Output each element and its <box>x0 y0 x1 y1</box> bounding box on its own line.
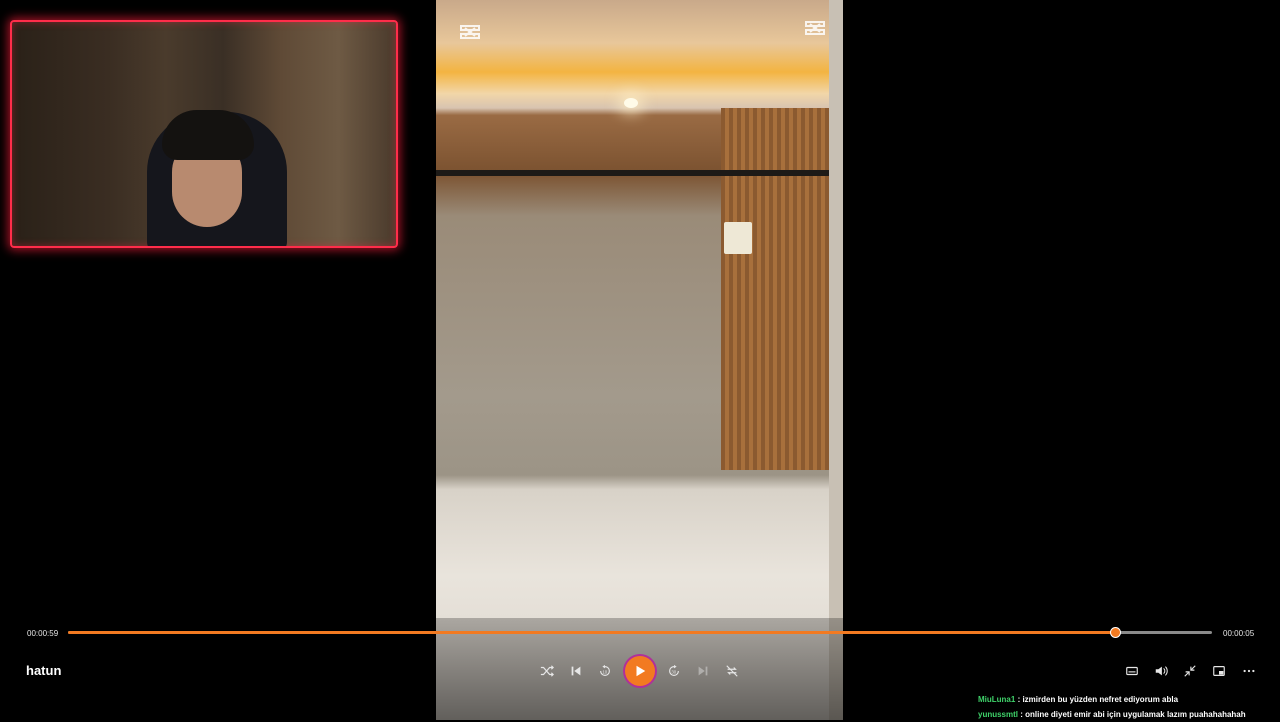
duration-time: 00:00:05 <box>1223 629 1255 638</box>
capcut-logo-icon <box>458 20 484 46</box>
next-button[interactable] <box>694 662 712 680</box>
play-button[interactable] <box>625 656 655 686</box>
forward-30-icon: 30 <box>669 664 679 676</box>
current-time: 00:00:59 <box>27 629 59 638</box>
volume-button[interactable] <box>1152 662 1170 680</box>
miniplayer-icon <box>1213 666 1225 676</box>
rewind-button[interactable]: 10 <box>596 662 614 680</box>
seek-bar[interactable] <box>68 627 1212 638</box>
more-icon <box>1243 669 1255 673</box>
captions-icon <box>1126 666 1138 676</box>
captions-button[interactable] <box>1123 662 1141 680</box>
track-title: hatun <box>26 663 62 678</box>
forward-button[interactable]: 30 <box>665 662 683 680</box>
play-icon <box>636 665 646 677</box>
minimize-button[interactable] <box>1181 662 1199 680</box>
video-frame[interactable] <box>436 0 843 720</box>
rail <box>436 170 831 176</box>
rewind-10-icon: 10 <box>600 664 610 676</box>
chat-text: : izmirden bu yüzden nefret ediyorum abl… <box>1015 695 1179 704</box>
seek-bar-thumb[interactable] <box>1109 627 1121 638</box>
wood-panel <box>721 108 833 470</box>
streamer-hair <box>162 110 254 160</box>
volume-icon <box>1155 666 1168 676</box>
webcam-overlay <box>10 20 398 248</box>
capcut-logo-icon <box>803 16 829 42</box>
shuffle-button[interactable] <box>538 662 556 680</box>
more-button[interactable] <box>1240 662 1258 680</box>
next-icon <box>698 666 708 676</box>
video-edge <box>829 0 843 720</box>
miniplayer-button[interactable] <box>1210 662 1228 680</box>
ceiling-lamp <box>624 98 638 108</box>
chat-text: : online diyeti emir abi için uygulamak … <box>1018 710 1246 719</box>
minimize-icon <box>1184 665 1196 677</box>
chat-message: MiuLuna1 : izmirden bu yüzden nefret edi… <box>978 692 1246 707</box>
electric-box <box>724 222 752 254</box>
repeat-button[interactable] <box>723 662 741 680</box>
svg-text:10: 10 <box>602 670 607 675</box>
previous-button[interactable] <box>567 662 585 680</box>
svg-text:30: 30 <box>671 670 676 675</box>
repeat-off-icon <box>726 665 738 677</box>
seek-bar-fill <box>68 631 1115 634</box>
chat-username: yunussmtl <box>978 710 1019 719</box>
chat-username: MiuLuna1 <box>978 695 1016 704</box>
chat-overlay: MiuLuna1 : izmirden bu yüzden nefret edi… <box>978 692 1246 722</box>
shuffle-icon <box>540 665 554 677</box>
previous-icon <box>571 666 581 676</box>
